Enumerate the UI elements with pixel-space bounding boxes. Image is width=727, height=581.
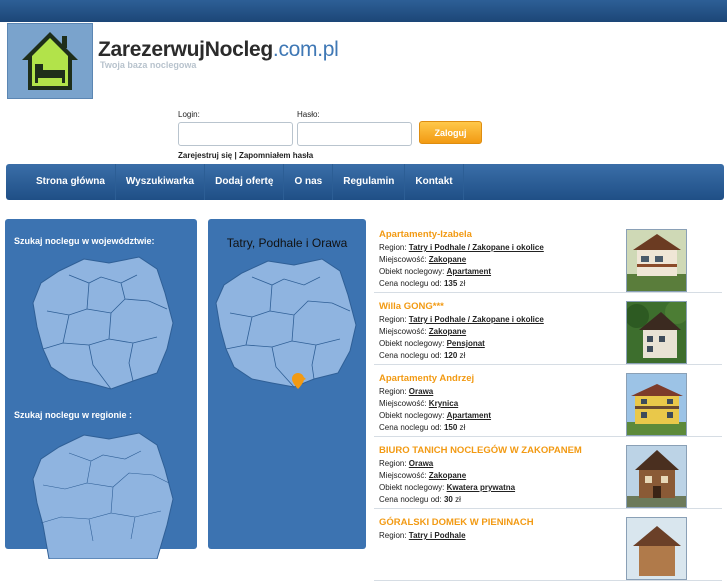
listing-price: 120: [443, 351, 458, 360]
listing-photo[interactable]: [626, 301, 687, 364]
listing-type-link[interactable]: Apartament: [447, 267, 491, 276]
listing-type-link[interactable]: Apartament: [447, 411, 491, 420]
listing-region-link[interactable]: Tatry i Podhale / Zakopane i okolice: [409, 315, 544, 324]
site-title[interactable]: ZarezerwujNocleg.com.pl: [98, 38, 339, 62]
listing-region-link[interactable]: Tatry i Podhale: [409, 531, 466, 540]
login-button[interactable]: Zaloguj: [419, 121, 482, 144]
register-link[interactable]: Zarejestruj się: [178, 151, 232, 160]
login-input[interactable]: [178, 122, 293, 146]
listings-list: Apartamenty-Izabela Region: Tatry i Podh…: [374, 222, 722, 581]
listing-item[interactable]: BIURO TANICH NOCLEGÓW W ZAKOPANEM Region…: [374, 438, 722, 509]
listing-title[interactable]: GÓRALSKI DOMEK W PIENINACH: [379, 517, 534, 528]
voivodeship-heading: Szukaj noclegu w województwie:: [14, 236, 155, 246]
forgot-password-link[interactable]: Zapomniałem hasła: [239, 151, 313, 160]
links-separator: |: [232, 151, 239, 160]
listing-item[interactable]: Willa GONG*** Region: Tatry i Podhale / …: [374, 294, 722, 365]
listing-title[interactable]: BIURO TANICH NOCLEGÓW W ZAKOPANEM: [379, 445, 582, 456]
listing-price: 30: [443, 495, 453, 504]
listing-price: 150: [443, 423, 458, 432]
password-input[interactable]: [297, 122, 412, 146]
voivodeship-map[interactable]: [29, 253, 177, 393]
listing-title[interactable]: Apartamenty-Izabela: [379, 229, 472, 240]
listing-photo[interactable]: [626, 373, 687, 436]
site-logo[interactable]: [7, 23, 93, 99]
location-pin-icon: [292, 373, 304, 389]
nav-terms[interactable]: Regulamin: [333, 164, 406, 200]
region-map[interactable]: [29, 429, 177, 559]
login-label: Login:: [178, 110, 200, 119]
nav-search[interactable]: Wyszukiwarka: [116, 164, 206, 200]
listing-item[interactable]: Apartamenty-Izabela Region: Tatry i Podh…: [374, 222, 722, 293]
listing-item[interactable]: Apartamenty Andrzej Region: Orawa Miejsc…: [374, 366, 722, 437]
listing-price: 135: [443, 279, 458, 288]
site-domain: .com.pl: [272, 38, 339, 61]
listing-region-link[interactable]: Orawa: [409, 387, 433, 396]
listing-photo[interactable]: [626, 517, 687, 580]
listing-title[interactable]: Apartamenty Andrzej: [379, 373, 474, 384]
region-title: Tatry, Podhale i Orawa: [226, 236, 348, 250]
listing-city-link[interactable]: Krynica: [429, 399, 458, 408]
nav-add-offer[interactable]: Dodaj ofertę: [205, 164, 285, 200]
main-nav: Strona główna Wyszukiwarka Dodaj ofertę …: [6, 164, 724, 200]
search-sidebar: Szukaj noclegu w województwie: Szukaj no…: [5, 219, 197, 559]
listing-city-link[interactable]: Zakopane: [429, 327, 466, 336]
nav-contact[interactable]: Kontakt: [405, 164, 464, 200]
listing-region-link[interactable]: Tatry i Podhale / Zakopane i okolice: [409, 243, 544, 252]
listing-type-link[interactable]: Pensjonat: [447, 339, 485, 348]
selected-region-panel: Tatry, Podhale i Orawa: [208, 219, 366, 549]
listing-title[interactable]: Willa GONG***: [379, 301, 444, 312]
account-links: Zarejestruj się | Zapomniałem hasła: [178, 151, 313, 160]
listing-region-link[interactable]: Orawa: [409, 459, 433, 468]
top-bar: [0, 0, 727, 22]
listing-city-link[interactable]: Zakopane: [429, 471, 466, 480]
listing-type-link[interactable]: Kwatera prywatna: [447, 483, 515, 492]
nav-home[interactable]: Strona główna: [30, 164, 116, 200]
house-bed-icon: [22, 32, 78, 90]
region-highlight-map[interactable]: [214, 255, 360, 395]
listing-photo[interactable]: [626, 229, 687, 292]
password-label: Hasło:: [297, 110, 320, 119]
listing-item[interactable]: GÓRALSKI DOMEK W PIENINACH Region: Tatry…: [374, 510, 722, 581]
site-tagline: Twoja baza noclegowa: [100, 60, 197, 70]
listing-photo[interactable]: [626, 445, 687, 508]
nav-about[interactable]: O nas: [284, 164, 334, 200]
region-heading: Szukaj noclegu w regionie :: [14, 410, 133, 420]
listing-city-link[interactable]: Zakopane: [429, 255, 466, 264]
